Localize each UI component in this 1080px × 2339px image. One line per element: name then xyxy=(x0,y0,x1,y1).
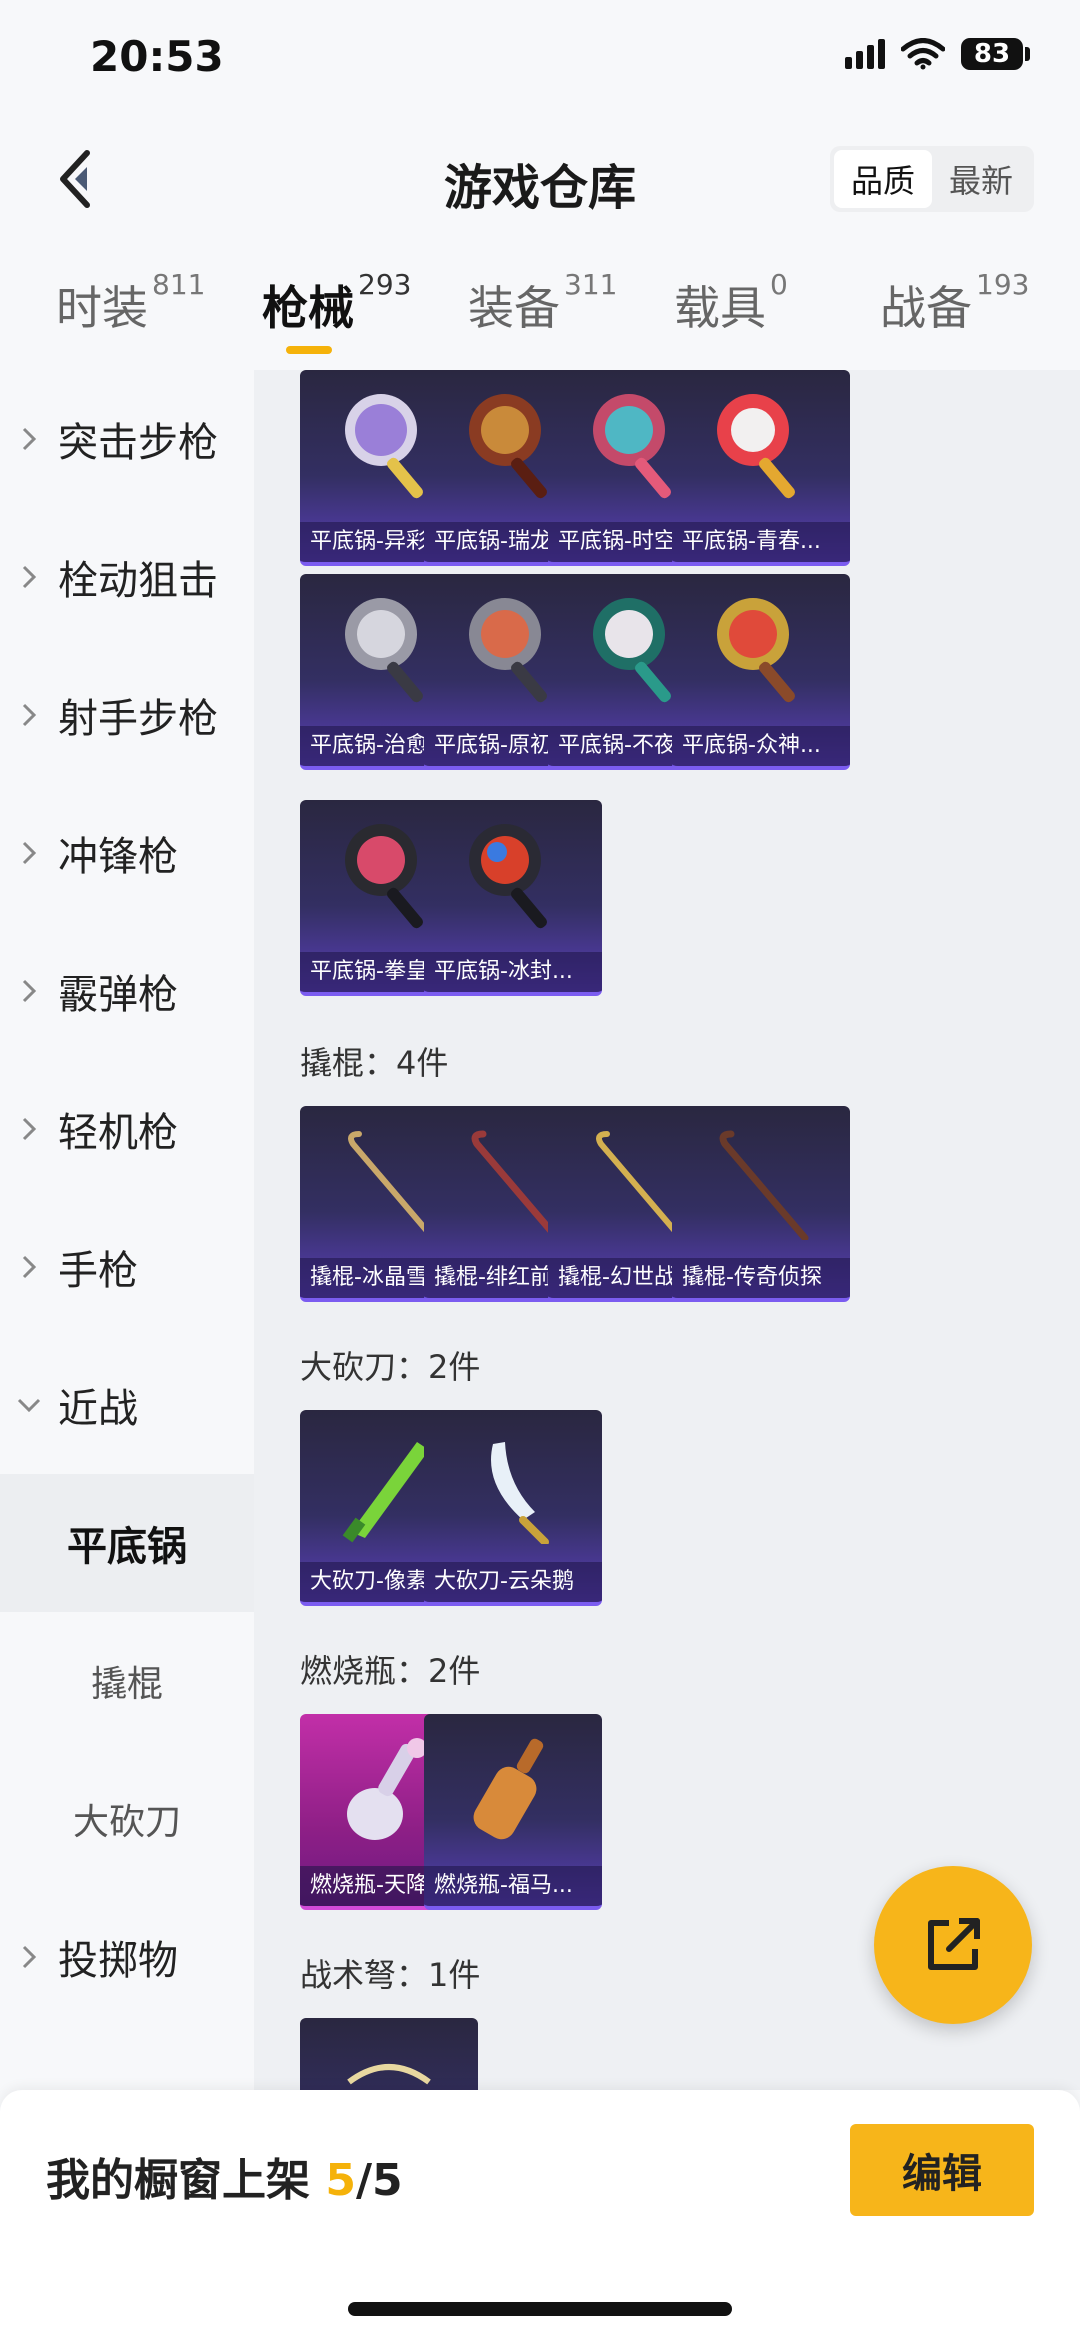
item-label: 平底锅-众神... xyxy=(672,726,850,766)
sidebar-item-label: 平底锅 xyxy=(67,1524,187,1570)
item-label: 燃烧瓶-福马... xyxy=(424,1866,602,1906)
item-card[interactable]: 平底锅-青春... xyxy=(672,370,850,566)
sidebar-item-bolt-sniper[interactable]: 栓动狙击 xyxy=(0,508,254,646)
tab-count: 311 xyxy=(564,268,618,301)
chevron-right-icon xyxy=(0,978,58,1004)
chevron-right-icon xyxy=(0,840,58,866)
active-tab-indicator xyxy=(286,346,332,354)
shelf-label: 我的橱窗上架 xyxy=(46,2155,310,2206)
tab-label: 战备 xyxy=(880,281,972,335)
tab-vehicles[interactable]: 载具 0 xyxy=(674,268,788,338)
chevron-right-icon xyxy=(0,564,58,590)
item-card[interactable]: 平底锅-众神... xyxy=(672,574,850,770)
item-label: 大砍刀-云朵鹅 xyxy=(424,1562,602,1602)
sidebar-item-melee[interactable]: 近战 xyxy=(0,1336,254,1474)
tab-count: 193 xyxy=(976,268,1030,301)
shelf-current: 5 xyxy=(325,2155,356,2206)
bottom-bar: 我的橱窗上架 5/5 编辑 xyxy=(0,2090,1080,2339)
tab-equipment[interactable]: 装备 311 xyxy=(468,268,617,338)
sidebar-item-label: 轻机枪 xyxy=(58,1110,178,1156)
tab-label: 载具 xyxy=(674,281,766,335)
sidebar: 突击步枪 栓动狙击 射手步枪 冲锋枪 霰弹枪 轻机枪 手枪 近战 平底锅 撬棍 … xyxy=(0,370,254,2090)
signal-icon xyxy=(845,39,885,69)
item-grid: 平底锅-异彩... 平底锅-瑞龙... 平底锅-时空... 平底锅-青春... … xyxy=(254,370,1080,2090)
crowbar-icon xyxy=(719,1130,809,1240)
tab-label: 枪械 xyxy=(262,281,354,335)
wifi-icon xyxy=(901,38,945,70)
sidebar-item-crowbar[interactable]: 撬棍 xyxy=(0,1612,254,1750)
sidebar-item-label: 大砍刀 xyxy=(72,1802,181,1843)
shelf-total: /5 xyxy=(355,2155,403,2206)
section-title-crossbow: 战术弩：1件 xyxy=(300,1956,481,1994)
share-button[interactable] xyxy=(874,1866,1032,2024)
sidebar-item-shotgun[interactable]: 霰弹枪 xyxy=(0,922,254,1060)
chevron-right-icon xyxy=(0,702,58,728)
molotov-icon xyxy=(473,1738,544,1840)
item-label: 平底锅-青春... xyxy=(672,522,850,562)
sidebar-item-label: 投掷物 xyxy=(58,1938,178,1984)
sidebar-item-label: 冲锋枪 xyxy=(58,834,178,880)
sidebar-item-label: 撬棍 xyxy=(90,1664,163,1705)
section-title-machete: 大砍刀：2件 xyxy=(300,1348,481,1386)
chevron-right-icon xyxy=(0,1254,58,1280)
sort-toggle: 品质 最新 xyxy=(830,146,1034,212)
item-card[interactable]: 燃烧瓶-福马... xyxy=(424,1714,602,1910)
item-card[interactable]: 平底锅-冰封... xyxy=(424,800,602,996)
frying-pan-icon xyxy=(469,824,547,929)
tab-outfits[interactable]: 时装 811 xyxy=(56,268,205,338)
tab-supplies[interactable]: 战备 193 xyxy=(880,268,1029,338)
sort-newest-button[interactable]: 最新 xyxy=(932,150,1030,208)
section-title-crowbar: 撬棍：4件 xyxy=(300,1044,449,1082)
item-card[interactable]: 撬棍-传奇侦探 xyxy=(672,1106,850,1302)
chevron-down-icon xyxy=(0,1397,58,1413)
sidebar-item-lmg[interactable]: 轻机枪 xyxy=(0,1060,254,1198)
item-card[interactable]: 大砍刀-云朵鹅 xyxy=(424,1410,602,1606)
item-card[interactable] xyxy=(300,2018,478,2090)
sidebar-item-label: 手枪 xyxy=(58,1248,138,1294)
header: 游戏仓库 品质 最新 xyxy=(0,120,1080,240)
sidebar-item-machete[interactable]: 大砍刀 xyxy=(0,1750,254,1888)
home-indicator xyxy=(348,2302,732,2316)
sidebar-item-throwables[interactable]: 投掷物 xyxy=(0,1888,254,2026)
sidebar-item-smg[interactable]: 冲锋枪 xyxy=(0,784,254,922)
sidebar-item-pistol[interactable]: 手枪 xyxy=(0,1198,254,1336)
item-label: 平底锅-冰封... xyxy=(424,952,602,992)
sidebar-item-assault-rifle[interactable]: 突击步枪 xyxy=(0,370,254,508)
sidebar-item-label: 突击步枪 xyxy=(58,420,218,466)
sidebar-item-label: 栓动狙击 xyxy=(58,558,218,604)
sidebar-item-frying-pan[interactable]: 平底锅 xyxy=(0,1474,254,1612)
sidebar-item-marksman-rifle[interactable]: 射手步枪 xyxy=(0,646,254,784)
tab-label: 装备 xyxy=(468,281,560,335)
chevron-right-icon xyxy=(0,1116,58,1142)
frying-pan-icon xyxy=(717,394,795,499)
crossbow-icon xyxy=(347,2064,431,2085)
frying-pan-icon xyxy=(717,598,795,703)
status-icons: 83 xyxy=(845,38,1030,70)
shelf-status: 我的橱窗上架 5/5 xyxy=(46,2144,403,2208)
status-time: 20:53 xyxy=(90,32,224,81)
tab-count: 0 xyxy=(770,268,788,301)
chevron-right-icon xyxy=(0,1944,58,1970)
external-link-icon xyxy=(928,1918,980,1970)
machete-icon xyxy=(491,1442,549,1544)
status-bar: 20:53 83 xyxy=(0,0,1080,120)
battery-level: 83 xyxy=(961,38,1023,70)
sidebar-item-label: 射手步枪 xyxy=(58,696,218,742)
sidebar-item-label: 近战 xyxy=(58,1386,138,1432)
sort-quality-button[interactable]: 品质 xyxy=(834,150,932,208)
category-tabs: 时装 811 枪械 293 装备 311 载具 0 战备 193 xyxy=(0,262,1080,362)
tab-count: 811 xyxy=(152,268,206,301)
edit-button[interactable]: 编辑 xyxy=(850,2124,1034,2216)
battery-icon: 83 xyxy=(961,38,1030,70)
tab-count: 293 xyxy=(358,268,412,301)
chevron-right-icon xyxy=(0,426,58,452)
sidebar-item-label: 霰弹枪 xyxy=(58,972,178,1018)
tab-weapons[interactable]: 枪械 293 xyxy=(262,268,411,338)
tab-label: 时装 xyxy=(56,281,148,335)
item-label: 撬棍-传奇侦探 xyxy=(672,1258,850,1298)
section-title-molotov: 燃烧瓶：2件 xyxy=(300,1652,481,1690)
